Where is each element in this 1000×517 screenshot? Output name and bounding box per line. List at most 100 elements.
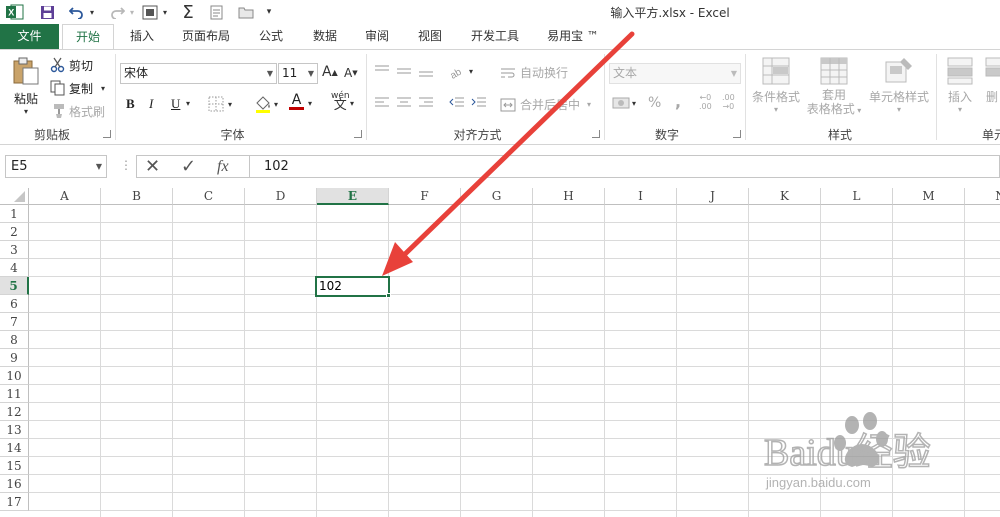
underline-button[interactable]: U <box>171 96 180 112</box>
row-header-8[interactable]: 8 <box>0 331 29 349</box>
column-header-g[interactable]: G <box>461 188 533 205</box>
insert-cells-button[interactable]: 插入 ▾ <box>944 56 976 114</box>
font-size-combo[interactable]: 11 ▼ <box>278 63 318 84</box>
bold-button[interactable]: B <box>126 96 135 112</box>
row-header-5[interactable]: 5 <box>0 277 29 295</box>
comma-style-button[interactable]: , <box>675 92 681 111</box>
cut-button[interactable]: 剪切 <box>50 55 93 75</box>
fill-color-button[interactable]: ▾ <box>254 95 278 113</box>
tab-review[interactable]: 审阅 <box>356 24 398 49</box>
active-cell-e5[interactable]: 102 <box>315 276 390 297</box>
row-header-7[interactable]: 7 <box>0 313 29 331</box>
baidu-watermark: Baidu经验 jingyan.baidu.com <box>762 403 962 503</box>
column-header-b[interactable]: B <box>101 188 173 205</box>
row-header-12[interactable]: 12 <box>0 403 29 421</box>
row-header-14[interactable]: 14 <box>0 439 29 457</box>
column-header-f[interactable]: F <box>389 188 461 205</box>
row-header-2[interactable]: 2 <box>0 223 29 241</box>
column-header-l[interactable]: L <box>821 188 893 205</box>
phonetic-button[interactable]: wén 文 <box>331 92 350 113</box>
orientation-button[interactable]: ab ▾ <box>449 63 473 79</box>
row-header-3[interactable]: 3 <box>0 241 29 259</box>
tab-view[interactable]: 视图 <box>409 24 451 49</box>
row-header-15[interactable]: 15 <box>0 457 29 475</box>
decrease-indent-button[interactable] <box>449 96 465 110</box>
tab-data[interactable]: 数据 <box>304 24 346 49</box>
percent-style-button[interactable]: % <box>648 95 661 111</box>
column-header-j[interactable]: J <box>677 188 749 205</box>
column-header-c[interactable]: C <box>173 188 245 205</box>
align-center-button[interactable] <box>396 96 412 110</box>
select-all-corner[interactable] <box>0 188 29 205</box>
accounting-format-button[interactable]: ▾ <box>612 96 636 110</box>
formula-input[interactable]: 102 <box>249 155 1000 178</box>
column-header-m[interactable]: M <box>893 188 965 205</box>
align-left-button[interactable] <box>374 96 390 110</box>
align-top-button[interactable] <box>374 64 390 78</box>
font-color-dropdown-icon[interactable]: ▾ <box>308 99 312 108</box>
font-dialog-launcher[interactable] <box>354 130 362 138</box>
tab-insert[interactable]: 插入 <box>122 24 162 49</box>
row-header-9[interactable]: 9 <box>0 349 29 367</box>
copy-button[interactable]: 复制 ▾ <box>50 78 105 98</box>
font-name-combo[interactable]: 宋体 ▼ <box>120 63 277 84</box>
phonetic-dropdown-icon[interactable]: ▾ <box>350 99 354 108</box>
tab-easy-tools[interactable]: 易用宝 ™ <box>540 24 606 49</box>
alignment-dialog-launcher[interactable] <box>592 130 600 138</box>
row-header-17[interactable]: 17 <box>0 493 29 511</box>
shrink-font-button[interactable]: A ▼ <box>344 66 358 80</box>
row-header-13[interactable]: 13 <box>0 421 29 439</box>
column-header-h[interactable]: H <box>533 188 605 205</box>
borders-button[interactable]: ▾ <box>208 96 232 112</box>
conditional-formatting-label: 条件格式 <box>751 90 800 104</box>
italic-button[interactable]: I <box>149 96 153 112</box>
column-header-k[interactable]: K <box>749 188 821 205</box>
conditional-formatting-button[interactable]: 条件格式 ▾ <box>750 56 802 114</box>
row-header-4[interactable]: 4 <box>0 259 29 277</box>
cell-styles-button[interactable]: 单元格样式 ▾ <box>866 56 932 114</box>
tab-developer[interactable]: 开发工具 <box>464 24 526 49</box>
number-format-combo[interactable]: 文本 ▼ <box>609 63 741 84</box>
increase-indent-button[interactable] <box>471 96 487 110</box>
tab-file[interactable]: 文件 <box>0 24 59 49</box>
cancel-entry-icon[interactable]: ✕ <box>145 156 160 177</box>
name-box[interactable]: E5 ▼ <box>5 155 107 178</box>
group-separator <box>366 54 367 140</box>
tab-page-layout[interactable]: 页面布局 <box>176 24 236 49</box>
decrease-decimal-button[interactable]: .00 →0 <box>722 93 735 111</box>
row-header-6[interactable]: 6 <box>0 295 29 313</box>
column-header-d[interactable]: D <box>245 188 317 205</box>
grow-font-button[interactable]: A ▲ <box>322 64 338 80</box>
number-dialog-launcher[interactable] <box>733 130 741 138</box>
row-header-1[interactable]: 1 <box>0 205 29 223</box>
increase-decimal-button[interactable]: ←0 .00 <box>699 93 712 111</box>
format-as-table-button[interactable]: 套用 表格格式 ▾ <box>804 56 864 118</box>
font-color-button[interactable]: A <box>289 93 304 110</box>
delete-cells-button[interactable]: 删 <box>984 56 1000 105</box>
paste-button[interactable]: 粘贴 ▾ <box>8 56 44 118</box>
underline-dropdown-icon[interactable]: ▾ <box>186 99 190 108</box>
column-header-n[interactable]: N <box>965 188 1000 205</box>
merge-center-button[interactable]: 合并后居中 ▾ <box>500 96 591 113</box>
tab-formulas[interactable]: 公式 <box>250 24 292 49</box>
clipboard-dialog-launcher[interactable] <box>103 130 111 138</box>
row-header-16[interactable]: 16 <box>0 475 29 493</box>
row-header-11[interactable]: 11 <box>0 385 29 403</box>
insert-function-icon[interactable]: fx <box>217 156 229 177</box>
confirm-entry-icon[interactable]: ✓ <box>181 156 196 177</box>
column-header-e[interactable]: E <box>317 188 389 205</box>
wrap-text-button[interactable]: 自动换行 <box>500 64 568 81</box>
brush-icon <box>54 104 64 118</box>
column-header-i[interactable]: I <box>605 188 677 205</box>
fill-color-dropdown-icon: ▾ <box>274 99 279 109</box>
tab-home[interactable]: 开始 <box>62 24 114 50</box>
fill-handle[interactable] <box>386 293 391 298</box>
column-header-a[interactable]: A <box>29 188 101 205</box>
formula-bar-grip-icon[interactable]: ⋮ <box>120 158 132 172</box>
align-middle-button[interactable] <box>396 64 412 78</box>
align-right-button[interactable] <box>418 96 434 110</box>
align-bottom-button[interactable] <box>418 64 434 78</box>
format-painter-button[interactable]: 格式刷 <box>50 101 105 121</box>
row-header-10[interactable]: 10 <box>0 367 29 385</box>
group-separator <box>936 54 937 140</box>
